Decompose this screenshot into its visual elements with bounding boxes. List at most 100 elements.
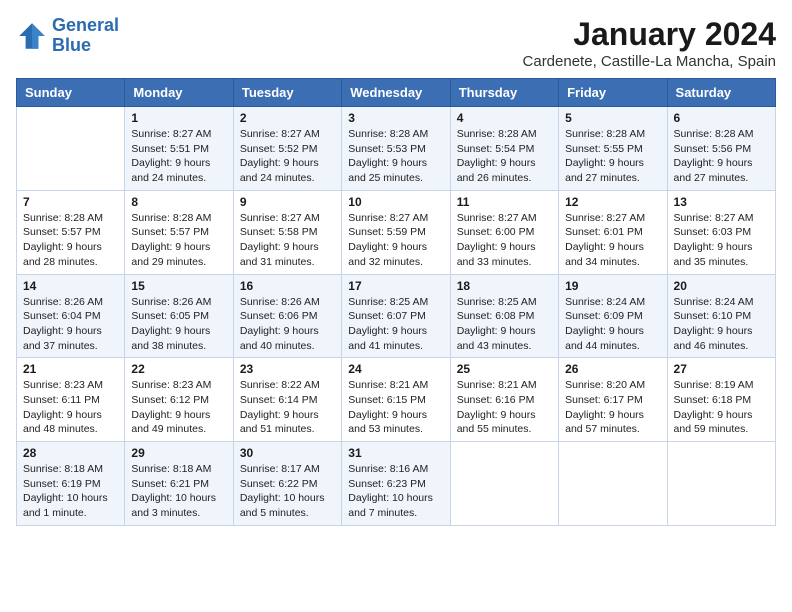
day-info: Sunrise: 8:27 AMSunset: 5:51 PMDaylight:… [131, 128, 211, 184]
day-info: Sunrise: 8:21 AMSunset: 6:16 PMDaylight:… [457, 379, 537, 435]
calendar-cell [450, 442, 558, 526]
logo-icon [16, 20, 48, 52]
calendar-cell: 28 Sunrise: 8:18 AMSunset: 6:19 PMDaylig… [17, 442, 125, 526]
calendar-cell: 13 Sunrise: 8:27 AMSunset: 6:03 PMDaylig… [667, 190, 775, 274]
calendar-cell: 26 Sunrise: 8:20 AMSunset: 6:17 PMDaylig… [559, 358, 667, 442]
calendar-cell: 18 Sunrise: 8:25 AMSunset: 6:08 PMDaylig… [450, 274, 558, 358]
day-number: 19 [565, 279, 660, 293]
column-header-sunday: Sunday [17, 79, 125, 107]
day-info: Sunrise: 8:18 AMSunset: 6:19 PMDaylight:… [23, 463, 108, 519]
page-header: General Blue January 2024 Cardenete, Cas… [16, 16, 776, 70]
day-number: 25 [457, 362, 552, 376]
day-number: 27 [674, 362, 769, 376]
day-info: Sunrise: 8:27 AMSunset: 6:01 PMDaylight:… [565, 212, 645, 268]
calendar-cell: 8 Sunrise: 8:28 AMSunset: 5:57 PMDayligh… [125, 190, 233, 274]
calendar-cell: 29 Sunrise: 8:18 AMSunset: 6:21 PMDaylig… [125, 442, 233, 526]
calendar-week-row: 14 Sunrise: 8:26 AMSunset: 6:04 PMDaylig… [17, 274, 776, 358]
day-number: 18 [457, 279, 552, 293]
logo: General Blue [16, 16, 119, 56]
calendar-cell: 3 Sunrise: 8:28 AMSunset: 5:53 PMDayligh… [342, 107, 450, 191]
calendar-cell: 24 Sunrise: 8:21 AMSunset: 6:15 PMDaylig… [342, 358, 450, 442]
day-number: 16 [240, 279, 335, 293]
day-info: Sunrise: 8:28 AMSunset: 5:55 PMDaylight:… [565, 128, 645, 184]
calendar-cell [559, 442, 667, 526]
day-number: 17 [348, 279, 443, 293]
day-info: Sunrise: 8:25 AMSunset: 6:08 PMDaylight:… [457, 296, 537, 352]
calendar-cell: 7 Sunrise: 8:28 AMSunset: 5:57 PMDayligh… [17, 190, 125, 274]
location: Cardenete, Castille-La Mancha, Spain [523, 53, 776, 70]
column-header-wednesday: Wednesday [342, 79, 450, 107]
calendar-header-row: SundayMondayTuesdayWednesdayThursdayFrid… [17, 79, 776, 107]
calendar-cell: 2 Sunrise: 8:27 AMSunset: 5:52 PMDayligh… [233, 107, 341, 191]
day-info: Sunrise: 8:20 AMSunset: 6:17 PMDaylight:… [565, 379, 645, 435]
day-info: Sunrise: 8:27 AMSunset: 6:03 PMDaylight:… [674, 212, 754, 268]
day-number: 28 [23, 446, 118, 460]
day-info: Sunrise: 8:26 AMSunset: 6:05 PMDaylight:… [131, 296, 211, 352]
day-number: 1 [131, 111, 226, 125]
calendar-cell: 1 Sunrise: 8:27 AMSunset: 5:51 PMDayligh… [125, 107, 233, 191]
calendar-cell: 31 Sunrise: 8:16 AMSunset: 6:23 PMDaylig… [342, 442, 450, 526]
calendar-cell: 11 Sunrise: 8:27 AMSunset: 6:00 PMDaylig… [450, 190, 558, 274]
calendar-cell [17, 107, 125, 191]
calendar-cell: 15 Sunrise: 8:26 AMSunset: 6:05 PMDaylig… [125, 274, 233, 358]
day-number: 13 [674, 195, 769, 209]
day-info: Sunrise: 8:19 AMSunset: 6:18 PMDaylight:… [674, 379, 754, 435]
day-info: Sunrise: 8:27 AMSunset: 5:52 PMDaylight:… [240, 128, 320, 184]
day-info: Sunrise: 8:21 AMSunset: 6:15 PMDaylight:… [348, 379, 428, 435]
day-info: Sunrise: 8:28 AMSunset: 5:56 PMDaylight:… [674, 128, 754, 184]
month-title: January 2024 [523, 16, 776, 53]
day-info: Sunrise: 8:28 AMSunset: 5:57 PMDaylight:… [131, 212, 211, 268]
day-info: Sunrise: 8:27 AMSunset: 5:59 PMDaylight:… [348, 212, 428, 268]
day-number: 7 [23, 195, 118, 209]
day-info: Sunrise: 8:16 AMSunset: 6:23 PMDaylight:… [348, 463, 433, 519]
calendar-cell: 5 Sunrise: 8:28 AMSunset: 5:55 PMDayligh… [559, 107, 667, 191]
day-number: 30 [240, 446, 335, 460]
day-number: 15 [131, 279, 226, 293]
calendar-cell: 9 Sunrise: 8:27 AMSunset: 5:58 PMDayligh… [233, 190, 341, 274]
calendar-cell: 10 Sunrise: 8:27 AMSunset: 5:59 PMDaylig… [342, 190, 450, 274]
day-number: 20 [674, 279, 769, 293]
calendar-cell: 21 Sunrise: 8:23 AMSunset: 6:11 PMDaylig… [17, 358, 125, 442]
column-header-saturday: Saturday [667, 79, 775, 107]
calendar-week-row: 1 Sunrise: 8:27 AMSunset: 5:51 PMDayligh… [17, 107, 776, 191]
day-number: 14 [23, 279, 118, 293]
day-info: Sunrise: 8:18 AMSunset: 6:21 PMDaylight:… [131, 463, 216, 519]
column-header-thursday: Thursday [450, 79, 558, 107]
day-info: Sunrise: 8:17 AMSunset: 6:22 PMDaylight:… [240, 463, 325, 519]
calendar-cell: 4 Sunrise: 8:28 AMSunset: 5:54 PMDayligh… [450, 107, 558, 191]
calendar-cell: 16 Sunrise: 8:26 AMSunset: 6:06 PMDaylig… [233, 274, 341, 358]
day-info: Sunrise: 8:25 AMSunset: 6:07 PMDaylight:… [348, 296, 428, 352]
column-header-tuesday: Tuesday [233, 79, 341, 107]
calendar-week-row: 7 Sunrise: 8:28 AMSunset: 5:57 PMDayligh… [17, 190, 776, 274]
calendar-cell: 20 Sunrise: 8:24 AMSunset: 6:10 PMDaylig… [667, 274, 775, 358]
day-info: Sunrise: 8:26 AMSunset: 6:04 PMDaylight:… [23, 296, 103, 352]
day-info: Sunrise: 8:26 AMSunset: 6:06 PMDaylight:… [240, 296, 320, 352]
calendar-week-row: 21 Sunrise: 8:23 AMSunset: 6:11 PMDaylig… [17, 358, 776, 442]
day-number: 9 [240, 195, 335, 209]
calendar-cell [667, 442, 775, 526]
calendar-cell: 12 Sunrise: 8:27 AMSunset: 6:01 PMDaylig… [559, 190, 667, 274]
calendar-cell: 23 Sunrise: 8:22 AMSunset: 6:14 PMDaylig… [233, 358, 341, 442]
day-number: 3 [348, 111, 443, 125]
calendar-week-row: 28 Sunrise: 8:18 AMSunset: 6:19 PMDaylig… [17, 442, 776, 526]
day-number: 2 [240, 111, 335, 125]
calendar-cell: 22 Sunrise: 8:23 AMSunset: 6:12 PMDaylig… [125, 358, 233, 442]
logo-text: General Blue [52, 16, 119, 56]
calendar-cell: 19 Sunrise: 8:24 AMSunset: 6:09 PMDaylig… [559, 274, 667, 358]
day-number: 31 [348, 446, 443, 460]
calendar-table: SundayMondayTuesdayWednesdayThursdayFrid… [16, 78, 776, 526]
day-info: Sunrise: 8:24 AMSunset: 6:09 PMDaylight:… [565, 296, 645, 352]
day-info: Sunrise: 8:24 AMSunset: 6:10 PMDaylight:… [674, 296, 754, 352]
day-number: 5 [565, 111, 660, 125]
day-number: 6 [674, 111, 769, 125]
day-number: 24 [348, 362, 443, 376]
day-info: Sunrise: 8:28 AMSunset: 5:53 PMDaylight:… [348, 128, 428, 184]
day-number: 4 [457, 111, 552, 125]
column-header-friday: Friday [559, 79, 667, 107]
calendar-cell: 14 Sunrise: 8:26 AMSunset: 6:04 PMDaylig… [17, 274, 125, 358]
day-info: Sunrise: 8:27 AMSunset: 6:00 PMDaylight:… [457, 212, 537, 268]
day-number: 29 [131, 446, 226, 460]
day-number: 21 [23, 362, 118, 376]
calendar-cell: 6 Sunrise: 8:28 AMSunset: 5:56 PMDayligh… [667, 107, 775, 191]
day-number: 12 [565, 195, 660, 209]
